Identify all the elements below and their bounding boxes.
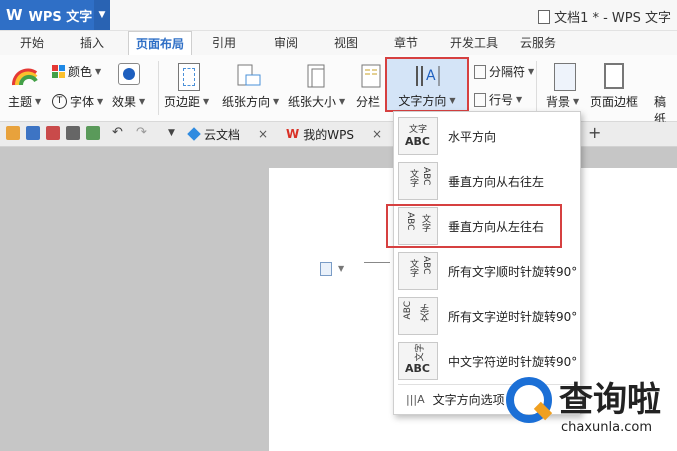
app-menu-button[interactable]: W WPS 文字 ▼ xyxy=(0,0,110,30)
print-preview-icon[interactable] xyxy=(86,126,100,140)
line-numbers-button[interactable]: 行号 ▼ xyxy=(474,91,522,108)
rotate-counterclockwise-icon: ABC 文字 xyxy=(398,297,438,335)
tab-cloud[interactable]: 云服务 xyxy=(514,31,562,55)
paper-size-icon xyxy=(304,63,330,89)
tab-home[interactable]: 开始 xyxy=(10,31,54,55)
columns-icon xyxy=(360,63,382,89)
rotate-clockwise-icon: ABC 文字 xyxy=(398,252,438,290)
line-numbers-icon xyxy=(474,92,486,107)
undo-icon[interactable]: ↶ xyxy=(112,125,123,140)
tab-view[interactable]: 视图 xyxy=(324,31,368,55)
watermark: 查询啦 chaxunla.com xyxy=(505,370,675,450)
watermark-url: chaxunla.com xyxy=(561,420,652,435)
rotate-chinese-icon: 文字 ABC xyxy=(398,342,438,380)
chevron-down-icon[interactable]: ▼ xyxy=(338,264,344,273)
orientation-icon xyxy=(236,63,262,89)
ribbon-separator xyxy=(158,61,159,115)
menu-item-horizontal[interactable]: 文字 ABC 水平方向 xyxy=(394,114,580,158)
svg-text:A: A xyxy=(426,68,436,84)
chevron-down-icon[interactable]: ▼ xyxy=(94,0,110,30)
ribbon-separator xyxy=(536,61,537,115)
margins-button[interactable]: 页边距 ▼ xyxy=(164,93,209,110)
cloud-cube-icon xyxy=(187,127,201,141)
app-name: WPS 文字 xyxy=(28,9,93,25)
tab-insert[interactable]: 插入 xyxy=(70,31,114,55)
redo-icon[interactable]: ↷ xyxy=(136,125,147,140)
background-button[interactable]: 背景 ▼ xyxy=(546,93,579,110)
text-direction-icon: A xyxy=(412,62,442,90)
tab-page-layout[interactable]: 页面布局 xyxy=(128,31,192,57)
page-border-icon xyxy=(604,63,624,89)
open-folder-icon[interactable] xyxy=(6,126,20,140)
chevron-down-icon[interactable]: ▼ xyxy=(168,128,175,138)
page-border-button[interactable]: 页面边框 xyxy=(590,93,638,110)
doc-tab-cloud-docs[interactable]: 云文档 × xyxy=(187,124,268,144)
text-direction-options-icon: |||A xyxy=(406,392,425,406)
menu-item-rotate-clockwise[interactable]: ABC 文字 所有文字顺时针旋转90° xyxy=(394,249,580,293)
paper-size-button[interactable]: 纸张大小 ▼ xyxy=(288,93,345,110)
text-direction-label: 文字方向 xyxy=(398,94,447,108)
horizontal-text-icon: 文字 ABC xyxy=(398,117,438,155)
export-pdf-icon[interactable] xyxy=(46,126,60,140)
doc-tab-my-wps[interactable]: W 我的WPS × xyxy=(286,124,382,144)
effects-icon xyxy=(118,63,140,85)
orientation-button[interactable]: 纸张方向 ▼ xyxy=(222,93,279,110)
paragraph-marker-icon[interactable] xyxy=(320,262,332,276)
fonts-button[interactable]: T 字体 ▼ xyxy=(52,93,103,110)
watermark-logo-icon xyxy=(506,377,553,423)
watermark-brand: 查询啦 xyxy=(559,380,661,420)
breaks-icon xyxy=(474,64,486,79)
new-tab-plus-icon[interactable]: + xyxy=(588,123,601,142)
document-title: 文档1 * - WPS 文字 xyxy=(538,7,671,26)
fonts-icon: T xyxy=(52,94,67,109)
vertical-rtl-icon: ABC 文字 xyxy=(398,162,438,200)
breaks-button[interactable]: 分隔符 ▼ xyxy=(474,63,534,80)
document-title-text: 文档1 * - WPS 文字 xyxy=(554,11,671,26)
highlight-box xyxy=(386,204,562,248)
effects-button[interactable]: 效果 ▼ xyxy=(112,93,145,110)
background-icon xyxy=(554,63,576,91)
colors-button[interactable]: 颜色 ▼ xyxy=(52,63,101,80)
menu-item-vertical-right-to-left[interactable]: ABC 文字 垂直方向从右往左 xyxy=(394,159,580,203)
text-cursor-line xyxy=(364,262,390,263)
theme-button[interactable]: 主题 ▼ xyxy=(8,93,41,110)
columns-button[interactable]: 分栏 xyxy=(356,93,380,110)
theme-icon xyxy=(12,63,38,87)
menu-item-rotate-counterclockwise[interactable]: ABC 文字 所有文字逆时针旋转90° xyxy=(394,294,580,338)
tab-developer[interactable]: 开发工具 xyxy=(444,31,504,55)
wps-logo-icon: W xyxy=(6,6,23,24)
close-icon[interactable]: × xyxy=(372,127,382,141)
colors-icon xyxy=(52,65,65,78)
close-icon[interactable]: × xyxy=(258,127,268,141)
tab-chapter[interactable]: 章节 xyxy=(384,31,428,55)
text-direction-button[interactable]: A 文字方向 ▼ xyxy=(385,57,469,112)
print-icon[interactable] xyxy=(66,126,80,140)
menu-tab-bar: 开始 插入 页面布局 引用 审阅 视图 章节 开发工具 云服务 xyxy=(0,31,677,57)
document-icon xyxy=(538,9,551,24)
tab-review[interactable]: 审阅 xyxy=(264,31,308,55)
save-icon[interactable] xyxy=(26,126,40,140)
wps-tab-icon: W xyxy=(286,127,300,141)
margins-icon xyxy=(178,63,200,91)
tab-references[interactable]: 引用 xyxy=(202,31,246,55)
